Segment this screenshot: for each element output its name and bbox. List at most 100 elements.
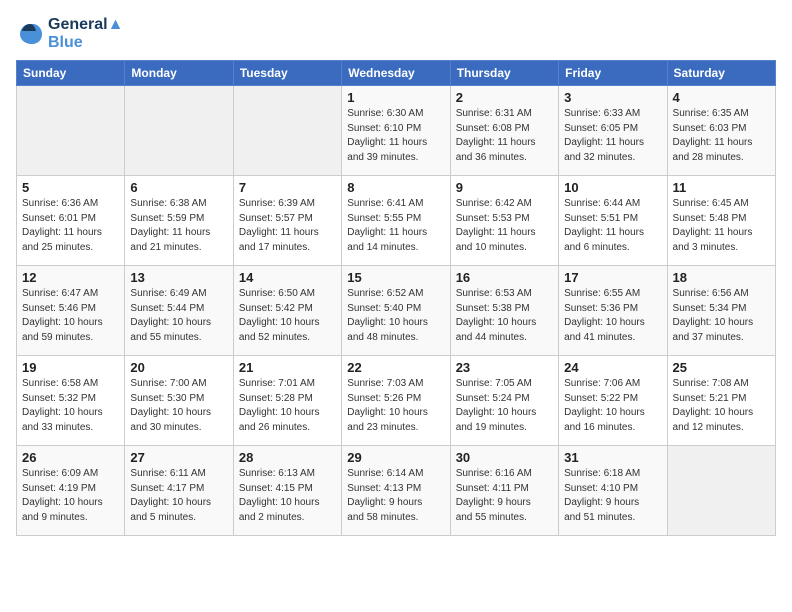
day-number: 17 — [564, 270, 661, 285]
day-number: 9 — [456, 180, 553, 195]
day-number: 31 — [564, 450, 661, 465]
calendar-week-row: 5 Sunrise: 6:36 AM Sunset: 6:01 PM Daylig… — [17, 176, 776, 266]
calendar-cell: 13 Sunrise: 6:49 AM Sunset: 5:44 PM Dayli… — [125, 266, 233, 356]
day-number: 8 — [347, 180, 444, 195]
calendar-cell: 17 Sunrise: 6:55 AM Sunset: 5:36 PM Dayli… — [559, 266, 667, 356]
day-info: Sunrise: 6:47 AM Sunset: 5:46 PM Dayligh… — [22, 287, 119, 345]
calendar-cell: 15 Sunrise: 6:52 AM Sunset: 5:40 PM Dayli… — [342, 266, 450, 356]
day-info: Sunrise: 6:16 AM Sunset: 4:11 PM Dayligh… — [456, 467, 553, 525]
calendar-cell — [233, 86, 341, 176]
column-header-thursday: Thursday — [450, 61, 558, 86]
day-number: 19 — [22, 360, 119, 375]
calendar-cell: 31 Sunrise: 6:18 AM Sunset: 4:10 PM Dayli… — [559, 446, 667, 536]
day-number: 7 — [239, 180, 336, 195]
column-header-sunday: Sunday — [17, 61, 125, 86]
day-number: 3 — [564, 90, 661, 105]
day-info: Sunrise: 6:53 AM Sunset: 5:38 PM Dayligh… — [456, 287, 553, 345]
day-number: 29 — [347, 450, 444, 465]
calendar-cell: 16 Sunrise: 6:53 AM Sunset: 5:38 PM Dayli… — [450, 266, 558, 356]
day-number: 30 — [456, 450, 553, 465]
calendar-cell: 30 Sunrise: 6:16 AM Sunset: 4:11 PM Dayli… — [450, 446, 558, 536]
calendar-cell: 27 Sunrise: 6:11 AM Sunset: 4:17 PM Dayli… — [125, 446, 233, 536]
day-number: 18 — [673, 270, 770, 285]
day-number: 12 — [22, 270, 119, 285]
day-info: Sunrise: 6:41 AM Sunset: 5:55 PM Dayligh… — [347, 197, 444, 255]
day-number: 14 — [239, 270, 336, 285]
calendar-cell: 23Sunrise: 7:05 AM Sunset: 5:24 PM Dayli… — [450, 356, 558, 446]
day-info: Sunrise: 7:01 AM Sunset: 5:28 PM Dayligh… — [239, 377, 336, 435]
day-number: 22 — [347, 360, 444, 375]
column-header-monday: Monday — [125, 61, 233, 86]
column-header-saturday: Saturday — [667, 61, 775, 86]
day-info: Sunrise: 6:36 AM Sunset: 6:01 PM Dayligh… — [22, 197, 119, 255]
page-header: General▲ Blue — [16, 16, 776, 52]
day-number: 24 — [564, 360, 661, 375]
calendar-table: SundayMondayTuesdayWednesdayThursdayFrid… — [16, 60, 776, 536]
day-number: 26 — [22, 450, 119, 465]
day-info: Sunrise: 6:42 AM Sunset: 5:53 PM Dayligh… — [456, 197, 553, 255]
calendar-cell: 5 Sunrise: 6:36 AM Sunset: 6:01 PM Daylig… — [17, 176, 125, 266]
day-number: 5 — [22, 180, 119, 195]
calendar-cell: 19 Sunrise: 6:58 AM Sunset: 5:32 PM Dayli… — [17, 356, 125, 446]
day-info: Sunrise: 6:58 AM Sunset: 5:32 PM Dayligh… — [22, 377, 119, 435]
calendar-cell — [17, 86, 125, 176]
calendar-cell: 1Sunrise: 6:30 AM Sunset: 6:10 PM Daylig… — [342, 86, 450, 176]
day-info: Sunrise: 6:09 AM Sunset: 4:19 PM Dayligh… — [22, 467, 119, 525]
day-info: Sunrise: 6:14 AM Sunset: 4:13 PM Dayligh… — [347, 467, 444, 525]
day-info: Sunrise: 6:49 AM Sunset: 5:44 PM Dayligh… — [130, 287, 227, 345]
day-info: Sunrise: 6:52 AM Sunset: 5:40 PM Dayligh… — [347, 287, 444, 345]
calendar-cell: 28 Sunrise: 6:13 AM Sunset: 4:15 PM Dayli… — [233, 446, 341, 536]
day-info: Sunrise: 6:50 AM Sunset: 5:42 PM Dayligh… — [239, 287, 336, 345]
logo-text: General▲ Blue — [48, 16, 123, 52]
calendar-cell: 7 Sunrise: 6:39 AM Sunset: 5:57 PM Daylig… — [233, 176, 341, 266]
day-number: 27 — [130, 450, 227, 465]
day-info: Sunrise: 6:56 AM Sunset: 5:34 PM Dayligh… — [673, 287, 770, 345]
day-info: Sunrise: 6:18 AM Sunset: 4:10 PM Dayligh… — [564, 467, 661, 525]
day-info: Sunrise: 6:39 AM Sunset: 5:57 PM Dayligh… — [239, 197, 336, 255]
day-info: Sunrise: 6:38 AM Sunset: 5:59 PM Dayligh… — [130, 197, 227, 255]
calendar-header-row: SundayMondayTuesdayWednesdayThursdayFrid… — [17, 61, 776, 86]
calendar-cell: 18 Sunrise: 6:56 AM Sunset: 5:34 PM Dayli… — [667, 266, 775, 356]
calendar-cell: 26 Sunrise: 6:09 AM Sunset: 4:19 PM Dayli… — [17, 446, 125, 536]
day-number: 2 — [456, 90, 553, 105]
calendar-cell — [667, 446, 775, 536]
column-header-friday: Friday — [559, 61, 667, 86]
day-info: Sunrise: 7:03 AM Sunset: 5:26 PM Dayligh… — [347, 377, 444, 435]
calendar-cell: 2 Sunrise: 6:31 AM Sunset: 6:08 PM Daylig… — [450, 86, 558, 176]
day-number: 25 — [673, 360, 770, 375]
calendar-week-row: 19 Sunrise: 6:58 AM Sunset: 5:32 PM Dayli… — [17, 356, 776, 446]
calendar-cell: 20Sunrise: 7:00 AM Sunset: 5:30 PM Dayli… — [125, 356, 233, 446]
calendar-week-row: 12 Sunrise: 6:47 AM Sunset: 5:46 PM Dayli… — [17, 266, 776, 356]
calendar-cell: 11 Sunrise: 6:45 AM Sunset: 5:48 PM Dayli… — [667, 176, 775, 266]
logo: General▲ Blue — [16, 16, 123, 52]
day-info: Sunrise: 6:11 AM Sunset: 4:17 PM Dayligh… — [130, 467, 227, 525]
day-info: Sunrise: 6:30 AM Sunset: 6:10 PM Dayligh… — [347, 107, 444, 165]
calendar-cell: 22 Sunrise: 7:03 AM Sunset: 5:26 PM Dayli… — [342, 356, 450, 446]
column-header-wednesday: Wednesday — [342, 61, 450, 86]
day-number: 23 — [456, 360, 553, 375]
day-number: 11 — [673, 180, 770, 195]
day-number: 4 — [673, 90, 770, 105]
calendar-cell: 8 Sunrise: 6:41 AM Sunset: 5:55 PM Daylig… — [342, 176, 450, 266]
day-info: Sunrise: 7:06 AM Sunset: 5:22 PM Dayligh… — [564, 377, 661, 435]
day-number: 6 — [130, 180, 227, 195]
calendar-cell: 9 Sunrise: 6:42 AM Sunset: 5:53 PM Daylig… — [450, 176, 558, 266]
column-header-tuesday: Tuesday — [233, 61, 341, 86]
calendar-cell: 10Sunrise: 6:44 AM Sunset: 5:51 PM Dayli… — [559, 176, 667, 266]
calendar-cell: 25Sunrise: 7:08 AM Sunset: 5:21 PM Dayli… — [667, 356, 775, 446]
day-info: Sunrise: 6:55 AM Sunset: 5:36 PM Dayligh… — [564, 287, 661, 345]
day-number: 15 — [347, 270, 444, 285]
day-number: 13 — [130, 270, 227, 285]
calendar-cell: 12 Sunrise: 6:47 AM Sunset: 5:46 PM Dayli… — [17, 266, 125, 356]
calendar-cell — [125, 86, 233, 176]
day-info: Sunrise: 6:33 AM Sunset: 6:05 PM Dayligh… — [564, 107, 661, 165]
calendar-week-row: 1Sunrise: 6:30 AM Sunset: 6:10 PM Daylig… — [17, 86, 776, 176]
day-info: Sunrise: 6:31 AM Sunset: 6:08 PM Dayligh… — [456, 107, 553, 165]
day-info: Sunrise: 6:45 AM Sunset: 5:48 PM Dayligh… — [673, 197, 770, 255]
day-number: 10 — [564, 180, 661, 195]
day-number: 28 — [239, 450, 336, 465]
calendar-cell: 21Sunrise: 7:01 AM Sunset: 5:28 PM Dayli… — [233, 356, 341, 446]
day-number: 16 — [456, 270, 553, 285]
calendar-cell: 14 Sunrise: 6:50 AM Sunset: 5:42 PM Dayli… — [233, 266, 341, 356]
day-info: Sunrise: 6:13 AM Sunset: 4:15 PM Dayligh… — [239, 467, 336, 525]
